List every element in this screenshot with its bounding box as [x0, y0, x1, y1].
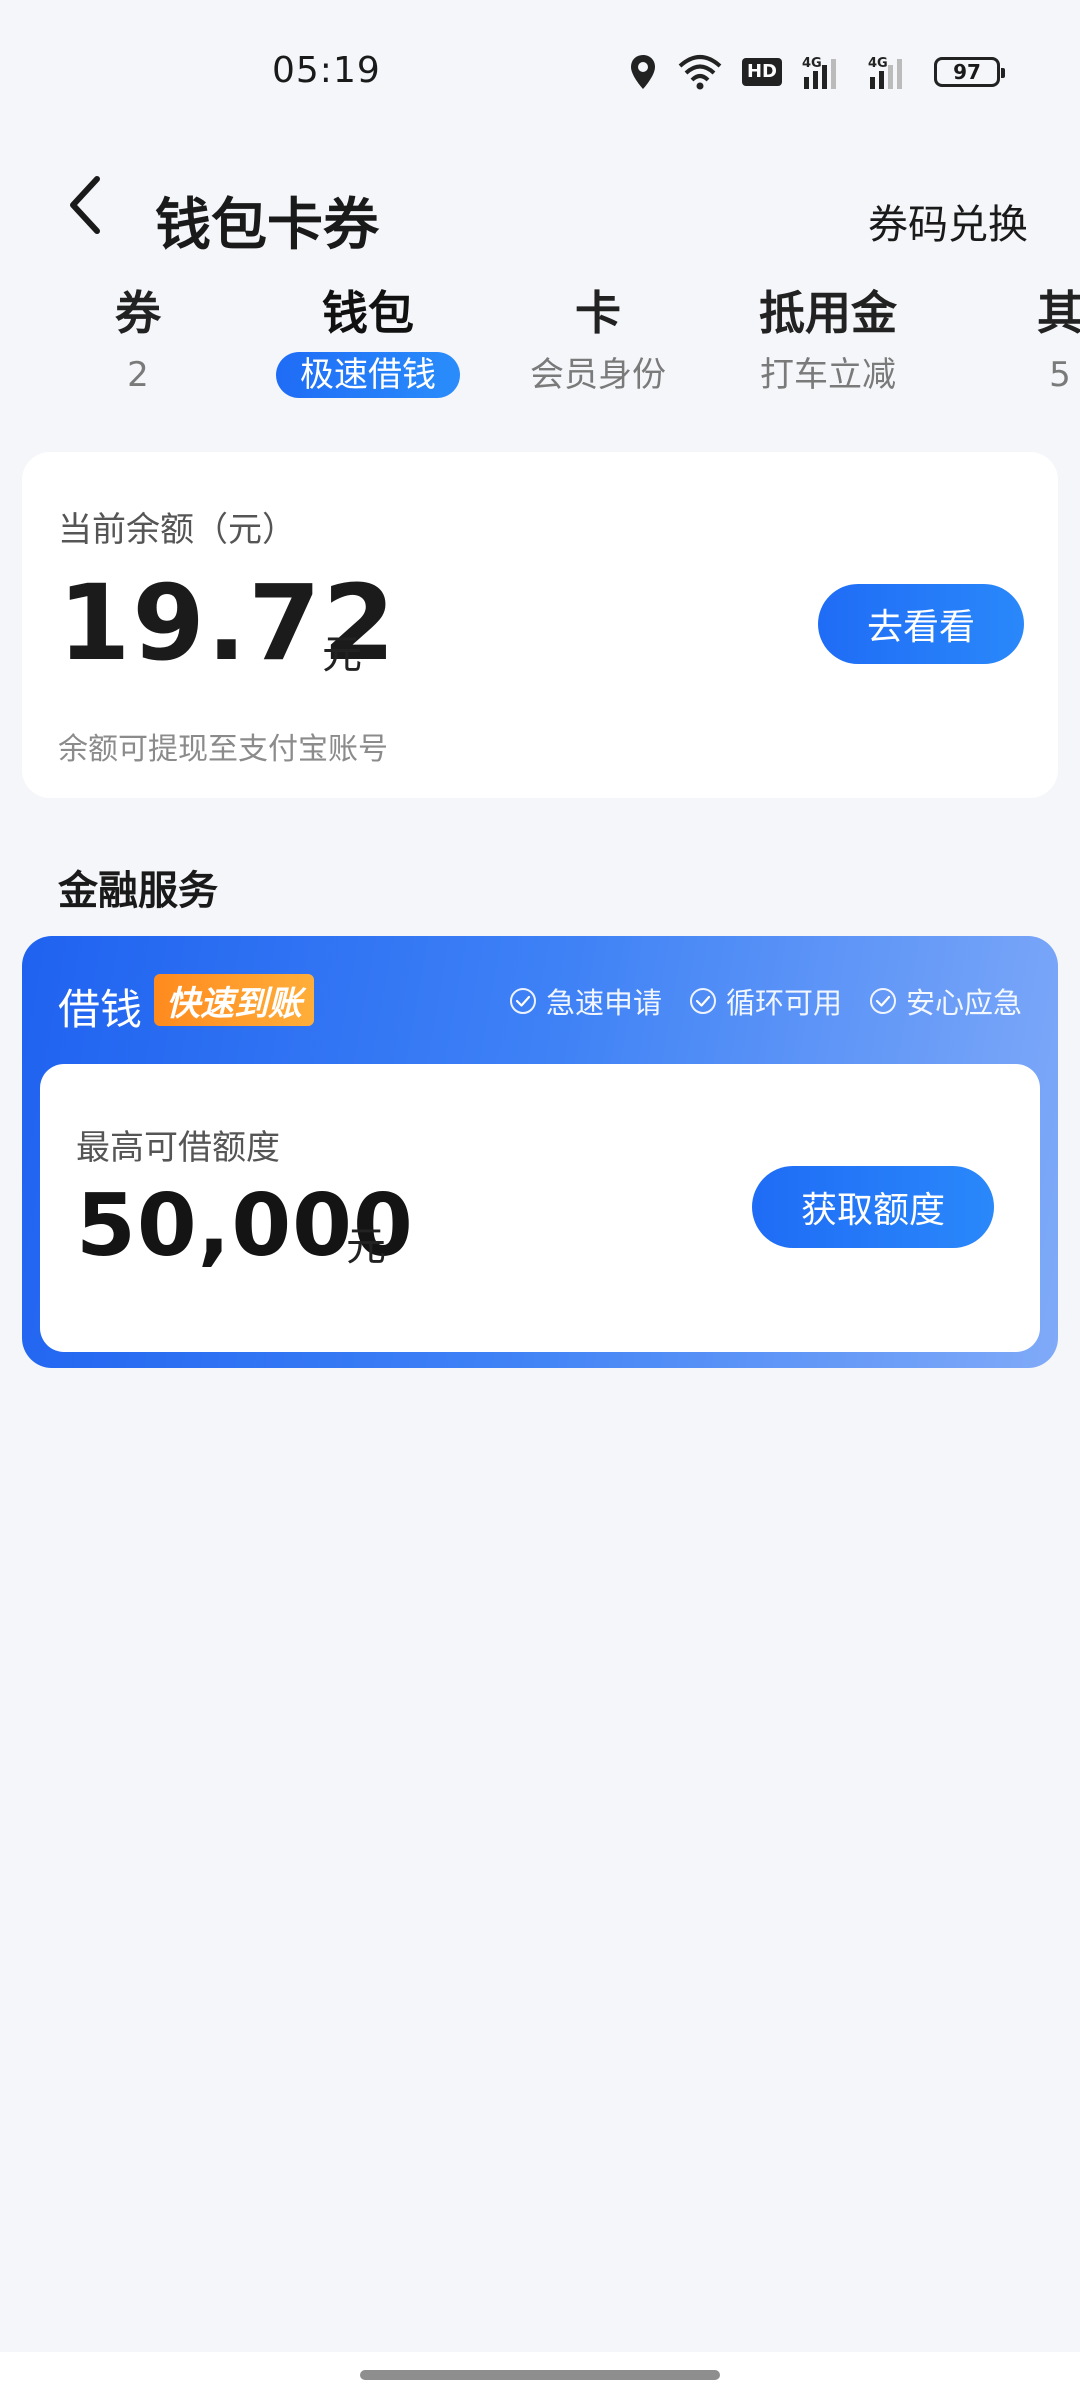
header: 钱包卡券 券码兑换 — [0, 140, 1080, 290]
wifi-icon — [678, 54, 722, 90]
check-circle-icon — [689, 988, 716, 1014]
balance-card: 当前余额（元） 19.72 元 余额可提现至支付宝账号 去看看 — [22, 452, 1058, 798]
chevron-left-icon — [70, 176, 100, 234]
tab-label: 卡 — [575, 286, 621, 340]
tab-sub: 极速借钱 — [276, 352, 460, 398]
category-tabs: 券 2 钱包 极速借钱 卡 会员身份 抵用金 打车立减 其 5 — [0, 280, 1080, 410]
feature-item: 急速申请 — [508, 980, 662, 1022]
loan-title: 借钱 — [58, 985, 143, 1034]
limit-label: 最高可借额度 — [76, 1128, 280, 1168]
tab-vouchers[interactable]: 抵用金 打车立减 — [718, 280, 938, 398]
tab-wallet[interactable]: 钱包 极速借钱 — [258, 280, 478, 398]
tab-label: 抵用金 — [759, 286, 897, 340]
tab-cards[interactable]: 卡 会员身份 — [488, 280, 708, 398]
section-title: 金融服务 — [58, 868, 218, 914]
status-time: 05:19 — [272, 50, 381, 91]
balance-label: 当前余额（元） — [58, 510, 296, 550]
balance-note: 余额可提现至支付宝账号 — [58, 732, 388, 767]
back-button[interactable] — [50, 150, 120, 260]
feature-label: 循环可用 — [725, 986, 842, 1020]
limit-unit: 元 — [346, 1224, 386, 1270]
feature-item: 循环可用 — [688, 980, 842, 1022]
location-icon — [628, 53, 658, 91]
home-indicator[interactable] — [360, 2370, 720, 2380]
status-bar: 05:19 HD 4G 4G 97 — [0, 0, 1080, 140]
wallet-page: 05:19 HD 4G 4G 97 钱包卡券 券码兑换 券 2 钱包 极速借钱 … — [0, 0, 1080, 2400]
signal-4g-icon: 4G — [868, 53, 914, 91]
tab-sub: 5 — [1049, 355, 1071, 395]
tab-other[interactable]: 其 5 — [950, 280, 1080, 398]
tab-label: 券 — [115, 286, 161, 340]
check-circle-icon — [869, 988, 896, 1014]
view-balance-button[interactable]: 去看看 — [818, 584, 1024, 664]
get-limit-button[interactable]: 获取额度 — [752, 1166, 994, 1248]
page-title: 钱包卡券 — [155, 193, 379, 258]
check-circle-icon — [509, 988, 536, 1014]
loan-card[interactable]: 借钱 快速到账 急速申请 循环可用 安心应急 最高可借额度 50,000 元 获… — [22, 936, 1058, 1368]
tab-label: 钱包 — [322, 286, 414, 340]
balance-unit: 元 — [322, 632, 362, 678]
svg-text:4G: 4G — [802, 56, 822, 71]
signal-4g-icon: 4G — [802, 53, 848, 91]
status-icons: HD 4G 4G 97 — [628, 50, 1005, 94]
feature-label: 安心应急 — [905, 986, 1022, 1020]
redeem-code-button[interactable]: 券码兑换 — [868, 192, 1028, 250]
hd-badge: HD — [741, 58, 782, 86]
loan-limit-panel: 最高可借额度 50,000 元 获取额度 — [40, 1064, 1040, 1352]
tab-label: 其 — [1037, 286, 1080, 340]
loan-features: 急速申请 循环可用 安心应急 — [508, 980, 1022, 1022]
feature-label: 急速申请 — [545, 986, 662, 1020]
feature-item: 安心应急 — [868, 980, 1022, 1022]
battery-icon: 97 — [934, 57, 1005, 87]
fast-arrival-badge: 快速到账 — [154, 974, 314, 1026]
tab-sub: 2 — [127, 355, 149, 395]
svg-text:4G: 4G — [868, 56, 888, 71]
tab-sub: 会员身份 — [530, 355, 666, 395]
tab-sub: 打车立减 — [760, 355, 896, 395]
tab-coupons[interactable]: 券 2 — [28, 280, 248, 398]
